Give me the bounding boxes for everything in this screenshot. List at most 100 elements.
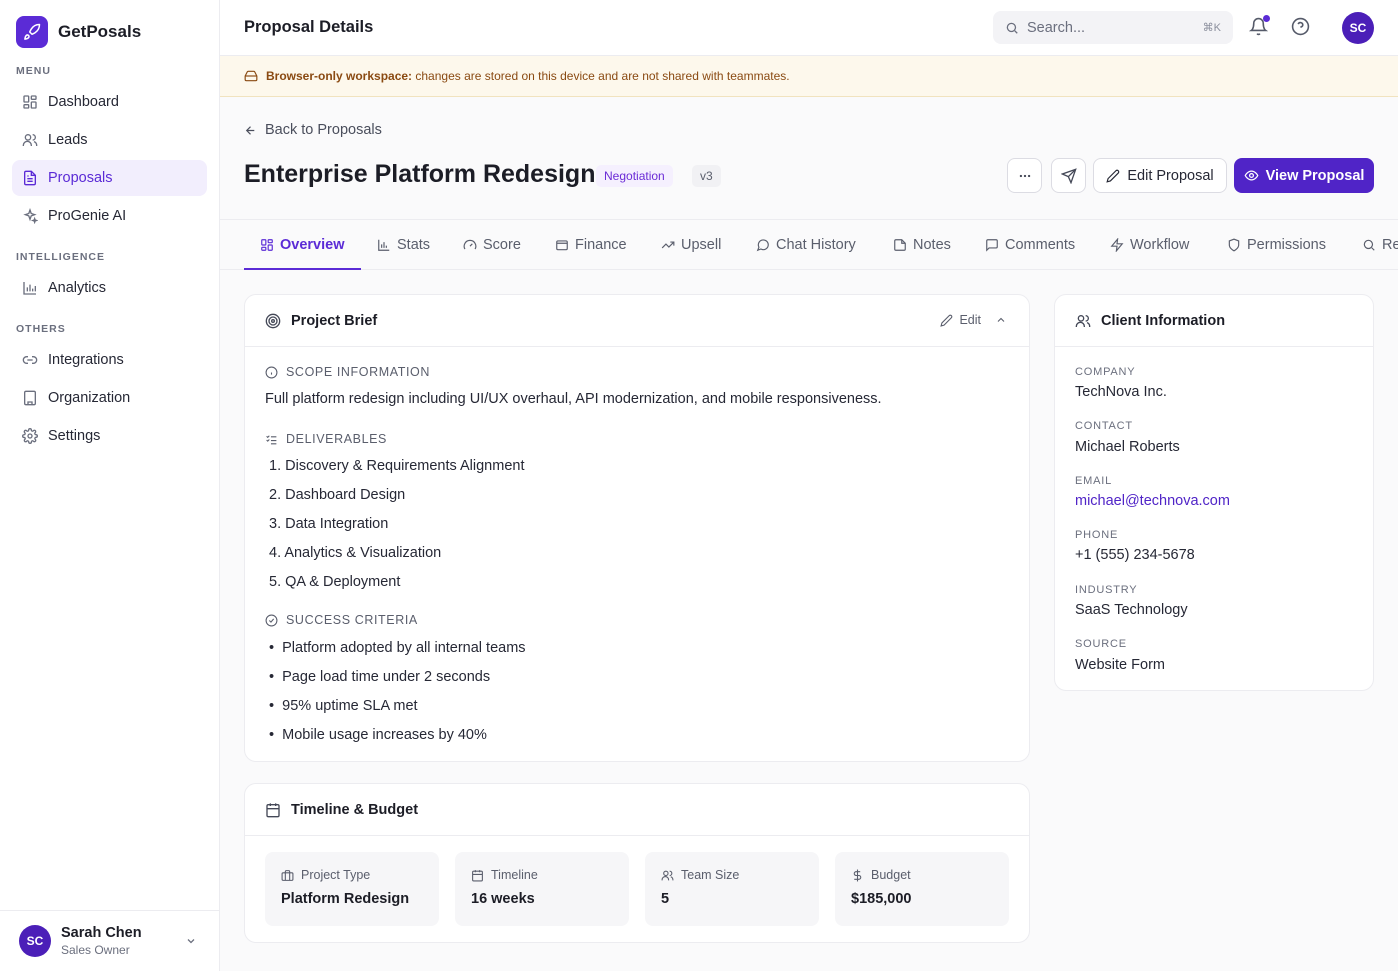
user-name: Sarah Chen bbox=[61, 925, 142, 941]
tab-truncated[interactable]: Re bbox=[1362, 220, 1398, 270]
bar-chart-icon bbox=[378, 239, 390, 251]
card-header: Client Information bbox=[1055, 295, 1373, 347]
sidebar-item-label: ProGenie AI bbox=[48, 208, 127, 224]
tile-label: Budget bbox=[851, 868, 911, 882]
section-label-others: OTHERS bbox=[16, 323, 66, 335]
sparkles-icon bbox=[23, 208, 38, 224]
search-input[interactable] bbox=[1027, 19, 1177, 36]
sidebar-item-leads[interactable]: Leads bbox=[12, 122, 207, 158]
deliverable-item: 3. Data Integration bbox=[269, 516, 389, 532]
tab-notes[interactable]: Notes bbox=[893, 220, 951, 270]
tile-label: Timeline bbox=[471, 868, 538, 882]
rocket-icon bbox=[16, 16, 48, 48]
notification-dot bbox=[1263, 15, 1270, 22]
sidebar-item-proposals[interactable]: Proposals bbox=[12, 160, 207, 196]
card-header: Timeline & Budget bbox=[245, 784, 1029, 836]
sidebar-item-label: Proposals bbox=[48, 170, 113, 186]
email-link[interactable]: michael@technova.com bbox=[1075, 493, 1230, 509]
banner-bold: Browser-only workspace: bbox=[266, 69, 413, 83]
sidebar-item-label: Dashboard bbox=[48, 94, 119, 110]
header-avatar[interactable]: SC bbox=[1342, 12, 1374, 44]
comment-icon bbox=[986, 239, 998, 252]
tab-workflow[interactable]: Workflow bbox=[1110, 220, 1189, 270]
brand[interactable]: GetPosals bbox=[16, 16, 141, 48]
sidebar-item-label: Analytics bbox=[48, 280, 107, 296]
tile-label-text: Budget bbox=[871, 868, 911, 882]
deliverable-item: 5. QA & Deployment bbox=[269, 574, 401, 590]
tile-label-text: Team Size bbox=[681, 868, 740, 882]
tab-permissions[interactable]: Permissions bbox=[1227, 220, 1326, 270]
users-icon bbox=[661, 870, 674, 880]
avatar: SC bbox=[19, 925, 51, 957]
edit-proposal-button[interactable]: Edit Proposal bbox=[1093, 158, 1227, 193]
tab-label: Overview bbox=[280, 237, 345, 253]
search-shortcut: ⌘K bbox=[1202, 22, 1221, 34]
tab-label: Upsell bbox=[681, 237, 722, 253]
dollar-icon bbox=[853, 869, 862, 881]
card-title: Project Brief bbox=[291, 312, 378, 329]
card-title: Client Information bbox=[1101, 312, 1226, 329]
tab-score[interactable]: Score bbox=[463, 220, 521, 270]
tab-upsell[interactable]: Upsell bbox=[661, 220, 721, 270]
edit-proposal-label: Edit Proposal bbox=[1127, 167, 1214, 184]
phone-label: PHONE bbox=[1075, 529, 1119, 541]
back-link[interactable]: Back to Proposals bbox=[244, 122, 382, 138]
criteria-item: • Platform adopted by all internal teams bbox=[269, 640, 526, 656]
tab-finance[interactable]: Finance bbox=[555, 220, 627, 270]
calendar-icon bbox=[266, 802, 280, 817]
tile-value: 5 bbox=[661, 891, 670, 907]
active-tab-indicator bbox=[244, 268, 361, 270]
tab-label: Permissions bbox=[1247, 237, 1326, 253]
view-proposal-label: View Proposal bbox=[1265, 167, 1365, 184]
tab-stats[interactable]: Stats bbox=[377, 220, 430, 270]
card-title: Timeline & Budget bbox=[291, 801, 419, 818]
scope-text: Full platform redesign including UI/UX o… bbox=[265, 391, 882, 407]
view-proposal-button[interactable]: View Proposal bbox=[1234, 158, 1374, 193]
chevron-up-icon[interactable] bbox=[995, 314, 1007, 326]
pencil-icon bbox=[1106, 169, 1120, 183]
pencil-icon bbox=[940, 314, 953, 327]
sidebar-item-settings[interactable]: Settings bbox=[12, 418, 207, 454]
tab-comments[interactable]: Comments bbox=[985, 220, 1075, 270]
user-menu[interactable]: SC Sarah Chen Sales Owner bbox=[0, 910, 219, 971]
status-badge: Negotiation bbox=[596, 165, 673, 187]
banner-rest: changes are stored on this device and ar… bbox=[412, 69, 790, 83]
sidebar: GetPosals MENU Dashboard Leads Proposals… bbox=[0, 0, 220, 971]
tab-chat-history[interactable]: Chat History bbox=[756, 220, 856, 270]
sidebar-item-label: Settings bbox=[48, 428, 101, 444]
storage-icon bbox=[244, 70, 258, 82]
criteria-text: Mobile usage increases by 40% bbox=[282, 727, 487, 743]
info-icon bbox=[265, 366, 278, 378]
more-button[interactable] bbox=[1007, 158, 1042, 193]
source-label: SOURCE bbox=[1075, 638, 1127, 650]
edit-brief-button[interactable]: Edit bbox=[940, 313, 1007, 327]
sidebar-item-organization[interactable]: Organization bbox=[12, 380, 207, 416]
tab-label: Re bbox=[1382, 237, 1398, 253]
tile-label: Project Type bbox=[281, 868, 370, 882]
sidebar-item-progenie[interactable]: ProGenie AI bbox=[12, 198, 207, 234]
help-icon[interactable] bbox=[1291, 17, 1310, 36]
tab-label: Chat History bbox=[776, 237, 856, 253]
section-label-intelligence: INTELLIGENCE bbox=[16, 251, 106, 263]
tab-overview[interactable]: Overview bbox=[260, 220, 345, 270]
tab-label: Comments bbox=[1005, 237, 1076, 253]
chevron-down-icon bbox=[187, 939, 195, 944]
card-header: Project Brief Edit bbox=[245, 295, 1029, 347]
users-icon bbox=[1075, 314, 1091, 327]
industry-value: SaaS Technology bbox=[1075, 602, 1188, 618]
sidebar-item-analytics[interactable]: Analytics bbox=[12, 270, 207, 306]
tile-value: 16 weeks bbox=[471, 891, 535, 907]
scope-section-label: SCOPE INFORMATION bbox=[265, 365, 430, 379]
send-button[interactable] bbox=[1051, 158, 1086, 193]
contact-value: Michael Roberts bbox=[1075, 439, 1180, 455]
zap-icon bbox=[1110, 238, 1124, 252]
sidebar-item-integrations[interactable]: Integrations bbox=[12, 342, 207, 378]
search-box[interactable]: ⌘K bbox=[993, 11, 1233, 44]
tab-label: Score bbox=[483, 237, 521, 253]
criteria-section-label: SUCCESS CRITERIA bbox=[265, 613, 418, 627]
tab-label: Stats bbox=[397, 237, 431, 253]
sidebar-item-label: Integrations bbox=[48, 352, 124, 368]
tab-label: Notes bbox=[913, 237, 951, 253]
sidebar-item-dashboard[interactable]: Dashboard bbox=[12, 84, 207, 120]
project-type-tile: Project Type Platform Redesign bbox=[265, 852, 439, 926]
